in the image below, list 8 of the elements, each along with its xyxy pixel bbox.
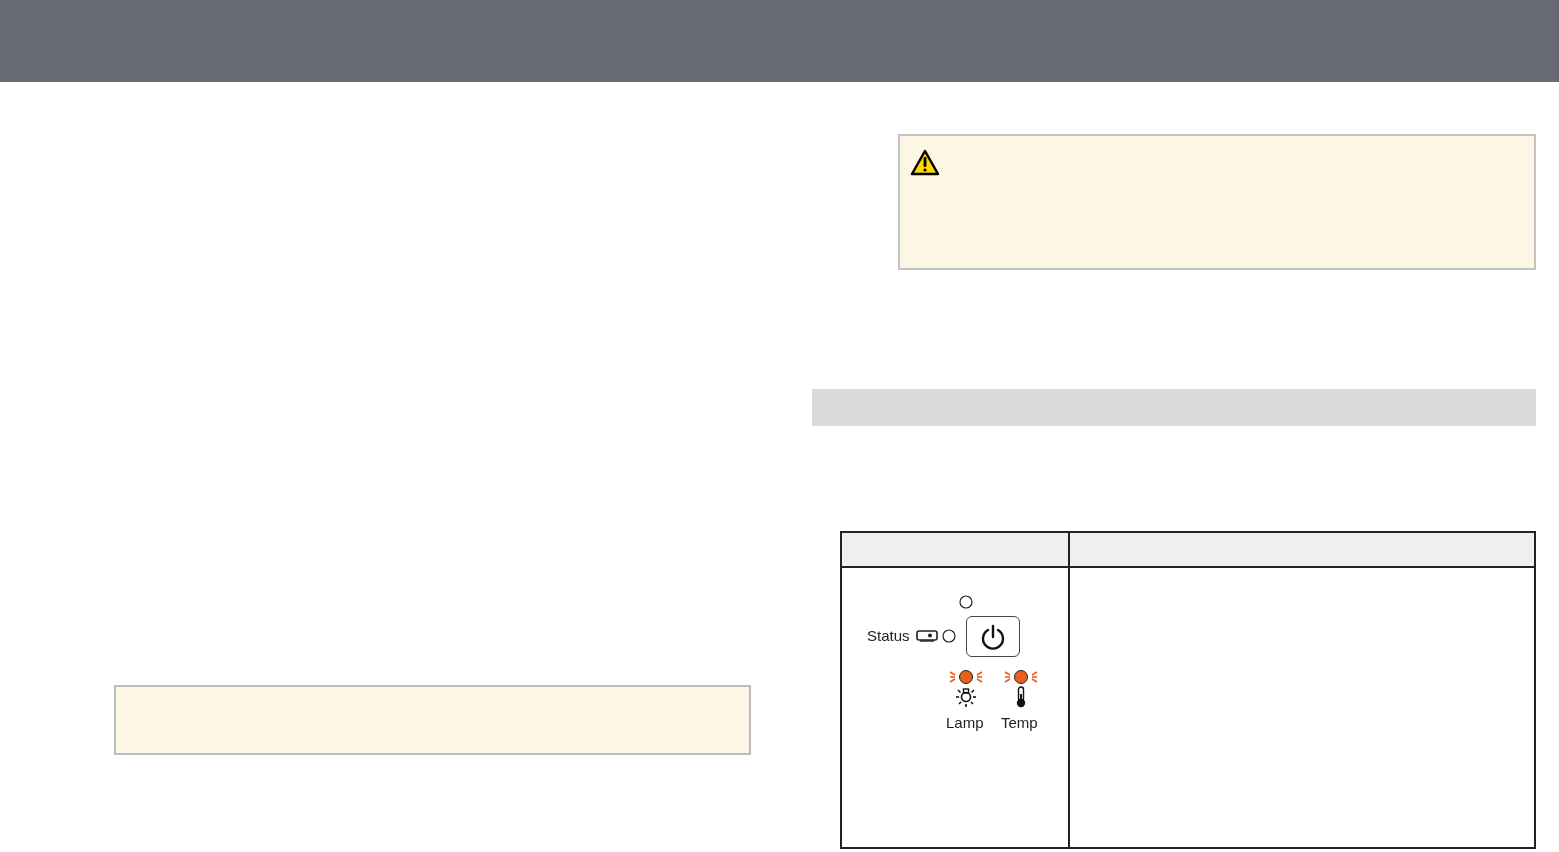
warning-icon	[910, 149, 940, 176]
status-label: Status	[867, 627, 910, 645]
temp-label: Temp	[1001, 714, 1038, 732]
projector-icon	[916, 630, 938, 642]
lamp-label: Lamp	[946, 714, 984, 732]
thermometer-icon	[1015, 686, 1027, 708]
power-button-drawing	[966, 616, 1020, 657]
lamp-icon	[955, 686, 977, 708]
